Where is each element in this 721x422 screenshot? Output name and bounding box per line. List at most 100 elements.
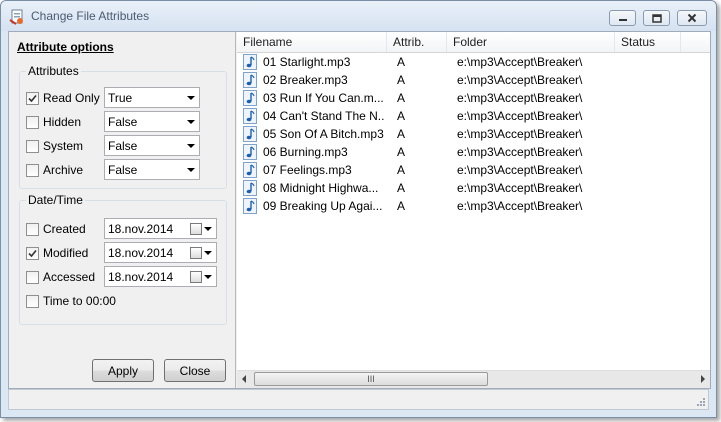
archive-select[interactable]: False xyxy=(104,159,200,180)
file-list[interactable]: Filename Attrib. Folder Status 01 Starli… xyxy=(237,32,710,388)
hidden-checkbox[interactable]: Hidden xyxy=(26,112,81,132)
title-bar[interactable]: Change File Attributes xyxy=(1,1,716,31)
created-check[interactable] xyxy=(26,222,39,236)
accessed-checkbox[interactable]: Accessed xyxy=(26,267,95,287)
minimize-button[interactable] xyxy=(609,10,636,26)
system-select[interactable]: False xyxy=(104,135,200,156)
created-date-value: 18.nov.2014 xyxy=(108,222,174,236)
calendar-icon[interactable] xyxy=(190,271,202,283)
folder-cell: e:\mp3\Accept\Breaker\ xyxy=(457,91,583,105)
system-value: False xyxy=(108,139,138,153)
accessed-check[interactable] xyxy=(26,270,39,284)
music-note-icon xyxy=(243,126,257,142)
created-date-picker[interactable]: 18.nov.2014 xyxy=(104,218,217,239)
system-checkbox[interactable]: System xyxy=(26,136,83,156)
resize-grip-icon[interactable] xyxy=(696,397,706,407)
attrib-cell: A xyxy=(397,199,406,213)
folder-cell: e:\mp3\Accept\Breaker\ xyxy=(457,199,583,213)
system-check[interactable] xyxy=(26,139,39,153)
attributes-group: Attributes Read Only True Hidden False S… xyxy=(19,64,227,189)
music-note-icon xyxy=(243,198,257,214)
check-icon xyxy=(28,94,37,102)
archive-label: Archive xyxy=(43,163,84,177)
music-note-icon xyxy=(243,144,257,160)
accessed-label: Accessed xyxy=(43,270,96,284)
time-to-midnight-check[interactable] xyxy=(26,294,39,308)
horizontal-scrollbar[interactable]: III xyxy=(237,370,710,388)
hidden-label: Hidden xyxy=(43,115,82,129)
music-note-icon xyxy=(243,108,257,124)
column-header-folder[interactable]: Folder xyxy=(447,32,615,52)
table-row[interactable]: 07 Feelings.mp3 Ae:\mp3\Accept\Breaker\ xyxy=(237,161,710,179)
hidden-check[interactable] xyxy=(26,115,39,129)
attributes-group-label: Attributes xyxy=(28,64,79,78)
filename-cell: 05 Son Of A Bitch.mp3 xyxy=(263,127,384,141)
table-row[interactable]: 05 Son Of A Bitch.mp3 Ae:\mp3\Accept\Brea… xyxy=(237,125,710,143)
time-to-midnight-checkbox[interactable]: Time to 00:00 xyxy=(26,291,116,311)
column-header-status[interactable]: Status xyxy=(615,32,681,52)
file-rows: 01 Starlight.mp3 Ae:\mp3\Accept\Breaker\ 0… xyxy=(237,53,710,215)
check-icon xyxy=(28,249,37,257)
column-header-filename[interactable]: Filename xyxy=(237,32,387,52)
modified-date-picker[interactable]: 18.nov.2014 xyxy=(104,242,217,263)
table-row[interactable]: 02 Breaker.mp3 Ae:\mp3\Accept\Breaker\ xyxy=(237,71,710,89)
chevron-down-icon[interactable] xyxy=(204,251,212,255)
close-button[interactable]: Close xyxy=(164,359,226,382)
accessed-date-picker[interactable]: 18.nov.2014 xyxy=(104,266,217,287)
maximize-button[interactable] xyxy=(643,10,670,26)
table-row[interactable]: 01 Starlight.mp3 Ae:\mp3\Accept\Breaker\ xyxy=(237,53,710,71)
chevron-down-icon[interactable] xyxy=(204,275,212,279)
filename-cell: 03 Run If You Can.m... xyxy=(263,91,384,105)
read-only-checkbox[interactable]: Read Only xyxy=(26,88,100,108)
scroll-left-icon[interactable] xyxy=(242,375,246,383)
folder-cell: e:\mp3\Accept\Breaker\ xyxy=(457,181,583,195)
music-note-icon xyxy=(243,72,257,88)
scrollbar-thumb[interactable]: III xyxy=(254,372,488,386)
window-title: Change File Attributes xyxy=(31,9,150,23)
music-note-icon xyxy=(243,90,257,106)
music-note-icon xyxy=(243,180,257,196)
archive-check[interactable] xyxy=(26,163,39,177)
modified-checkbox[interactable]: Modified xyxy=(26,243,88,263)
column-header-attrib[interactable]: Attrib. xyxy=(387,32,447,52)
modified-check[interactable] xyxy=(26,246,39,260)
hidden-value: False xyxy=(108,115,138,129)
created-checkbox[interactable]: Created xyxy=(26,219,86,239)
change-file-attributes-window: Change File Attributes Attribute options… xyxy=(0,0,717,418)
calendar-icon[interactable] xyxy=(190,247,202,259)
accessed-date-value: 18.nov.2014 xyxy=(108,270,174,284)
table-row[interactable]: 03 Run If You Can.m... Ae:\mp3\Accept\Bre… xyxy=(237,89,710,107)
table-row[interactable]: 08 Midnight Highwa... Ae:\mp3\Accept\Brea… xyxy=(237,179,710,197)
attrib-cell: A xyxy=(397,145,406,159)
filename-cell: 01 Starlight.mp3 xyxy=(263,55,351,69)
folder-cell: e:\mp3\Accept\Breaker\ xyxy=(457,163,583,177)
read-only-select[interactable]: True xyxy=(104,87,200,108)
hidden-select[interactable]: False xyxy=(104,111,200,132)
attrib-cell: A xyxy=(397,127,406,141)
chevron-down-icon xyxy=(187,120,195,124)
apply-button[interactable]: Apply xyxy=(92,359,154,382)
list-header: Filename Attrib. Folder Status xyxy=(237,32,710,53)
filename-cell: 06 Burning.mp3 xyxy=(263,145,348,159)
chevron-down-icon xyxy=(187,96,195,100)
attrib-cell: A xyxy=(397,109,406,123)
read-only-check[interactable] xyxy=(26,91,39,105)
filename-cell: 04 Can't Stand The N... xyxy=(263,109,385,123)
table-row[interactable]: 04 Can't Stand The N... Ae:\mp3\Accept\Br… xyxy=(237,107,710,125)
chevron-down-icon xyxy=(187,144,195,148)
close-window-button[interactable] xyxy=(677,10,707,26)
chevron-down-icon[interactable] xyxy=(204,227,212,231)
calendar-icon[interactable] xyxy=(190,223,202,235)
table-row[interactable]: 09 Breaking Up Agai... Ae:\mp3\Accept\Bre… xyxy=(237,197,710,215)
table-row[interactable]: 06 Burning.mp3 Ae:\mp3\Accept\Breaker\ xyxy=(237,143,710,161)
attrib-cell: A xyxy=(397,91,406,105)
attrib-cell: A xyxy=(397,181,406,195)
chevron-down-icon xyxy=(187,168,195,172)
scroll-right-icon[interactable] xyxy=(701,375,705,383)
folder-cell: e:\mp3\Accept\Breaker\ xyxy=(457,109,583,123)
attrib-cell: A xyxy=(397,163,406,177)
archive-checkbox[interactable]: Archive xyxy=(26,160,83,180)
attribute-options-panel: Attribute options Attributes Read Only T… xyxy=(9,32,236,388)
time-to-midnight-label: Time to 00:00 xyxy=(43,294,116,308)
system-label: System xyxy=(43,139,84,153)
